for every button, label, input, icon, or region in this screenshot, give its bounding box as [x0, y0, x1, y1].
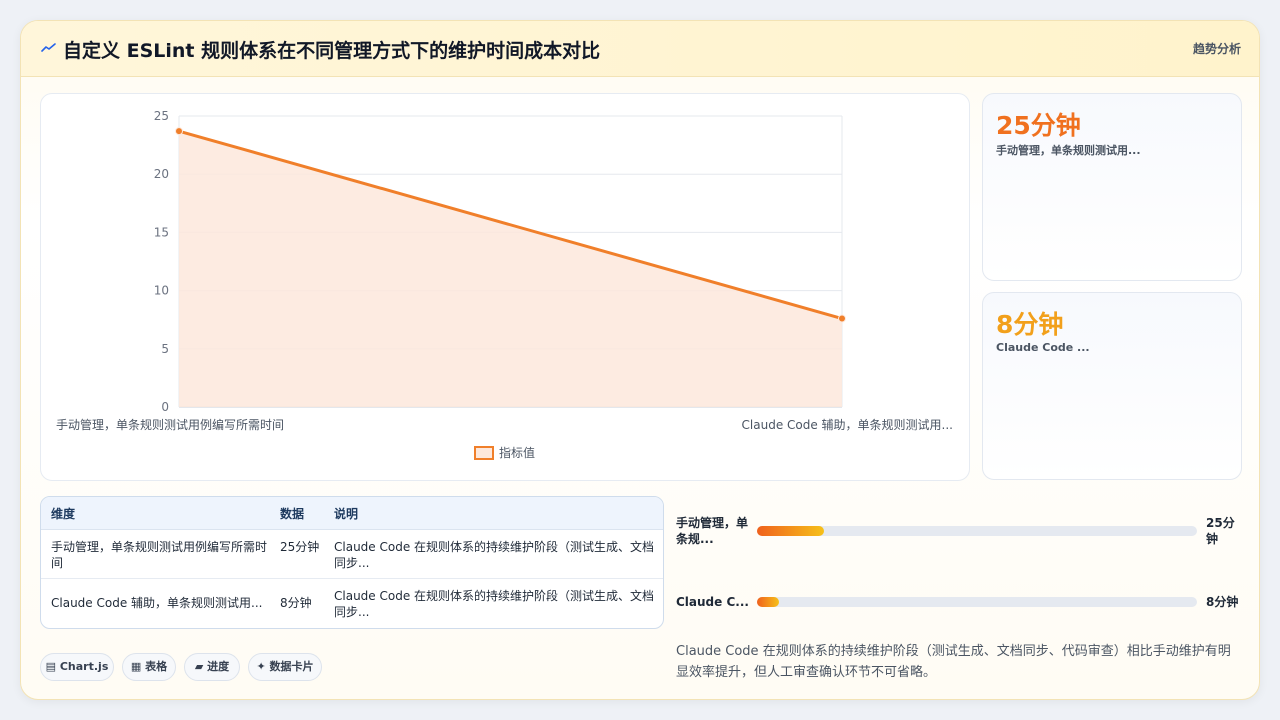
progress-label: 手动管理，单条规... — [676, 516, 749, 546]
data-point — [838, 314, 846, 323]
y-tick-label: 20 — [154, 167, 169, 181]
table-icon: ▦ — [130, 660, 142, 673]
column-header: 说明 — [334, 507, 359, 521]
table-header: 维度 数据 说明 — [41, 497, 663, 530]
chip-label: 表格 — [145, 660, 168, 673]
y-tick-label: 25 — [154, 109, 169, 123]
table-cell: 8分钟 — [280, 596, 312, 610]
table-cell: Claude Code 辅助，单条规则测试用... — [51, 596, 263, 610]
progress-track — [757, 597, 1197, 607]
chip-table[interactable]: ▦ 表格 — [122, 653, 176, 681]
y-tick-label: 0 — [161, 400, 169, 414]
table-cell: 25分钟 — [280, 540, 320, 554]
progress-fill — [757, 597, 779, 607]
table-cell: Claude Code 在规则体系的持续维护阶段（测试生成、文档同步... — [334, 589, 655, 619]
x-tick-label: 手动管理，单条规则测试用例编写所需时间 — [56, 417, 284, 432]
progress-value: 25分钟 — [1206, 516, 1235, 546]
header-bar: 自定义 ESLint 规则体系在不同管理方式下的维护时间成本对比 趋势分析 — [21, 21, 1259, 77]
column-header: 维度 — [51, 507, 76, 521]
chip-progress[interactable]: ▰ 进度 — [184, 653, 240, 681]
progress-fill — [757, 526, 824, 536]
chart-panel: 0 5 10 15 20 25 手动管理，单条规则测试用例编写所需时间 Claude Code… — [40, 93, 970, 481]
progress-value: 8分钟 — [1206, 595, 1239, 609]
chip-label: 进度 — [207, 660, 230, 673]
kpi-label: 手动管理，单条规则测试用... — [996, 144, 1141, 157]
data-table: 维度 数据 说明 手动管理，单条规则测试用例编写所需时间 25分钟 Claude… — [40, 496, 664, 629]
chip-chartjs[interactable]: ▤ Chart.js — [40, 653, 114, 681]
kpi-card: 8分钟 Claude Code ... — [982, 292, 1242, 480]
series-area — [179, 131, 842, 407]
legend-label: 指标值 — [499, 445, 535, 460]
table-cell: Claude Code 在规则体系的持续维护阶段（测试生成、文档同步... — [334, 540, 655, 570]
table-row: 手动管理，单条规则测试用例编写所需时间 25分钟 Claude Code 在规则… — [41, 530, 663, 579]
y-tick-label: 10 — [154, 284, 169, 298]
trend-line-icon — [41, 43, 56, 52]
chip-label: Chart.js — [59, 660, 109, 673]
progress-track — [757, 526, 1197, 536]
kpi-card: 25分钟 手动管理，单条规则测试用... — [982, 93, 1242, 281]
progress-label: Claude C... — [676, 595, 749, 609]
kpi-label: Claude Code ... — [996, 341, 1090, 354]
table-cell: 手动管理，单条规则测试用例编写所需时间 — [51, 540, 268, 570]
table-row: Claude Code 辅助，单条规则测试用... 8分钟 Claude Cod… — [41, 579, 663, 628]
summary-note: Claude Code 在规则体系的持续维护阶段（测试生成、文档同步、代码审查）… — [676, 644, 1231, 680]
header-right-label[interactable]: 趋势分析 — [1193, 40, 1241, 57]
kpi-value: 8分钟 — [996, 310, 1064, 339]
area-chart: 0 5 10 15 20 25 手动管理，单条规则测试用例编写所需时间 Claude Code… — [56, 109, 953, 460]
kpi-value: 25分钟 — [996, 111, 1081, 140]
data-point — [175, 127, 183, 136]
main-card: 自定义 ESLint 规则体系在不同管理方式下的维护时间成本对比 趋势分析 0 5… — [20, 20, 1260, 700]
legend-swatch — [474, 446, 494, 460]
chip-label: 数据卡片 — [269, 660, 314, 673]
progress-icon: ▰ — [194, 660, 204, 673]
page-title: 自定义 ESLint 规则体系在不同管理方式下的维护时间成本对比 — [63, 40, 601, 62]
chip-data-card[interactable]: ✦ 数据卡片 — [248, 653, 322, 681]
column-header: 数据 — [280, 507, 305, 521]
sparkle-icon: ✦ — [256, 660, 266, 673]
chart-icon: ▤ — [45, 660, 57, 673]
y-tick-label: 5 — [161, 342, 169, 356]
x-tick-label: Claude Code 辅助，单条规则测试用... — [742, 417, 953, 432]
y-tick-label: 15 — [154, 225, 169, 239]
